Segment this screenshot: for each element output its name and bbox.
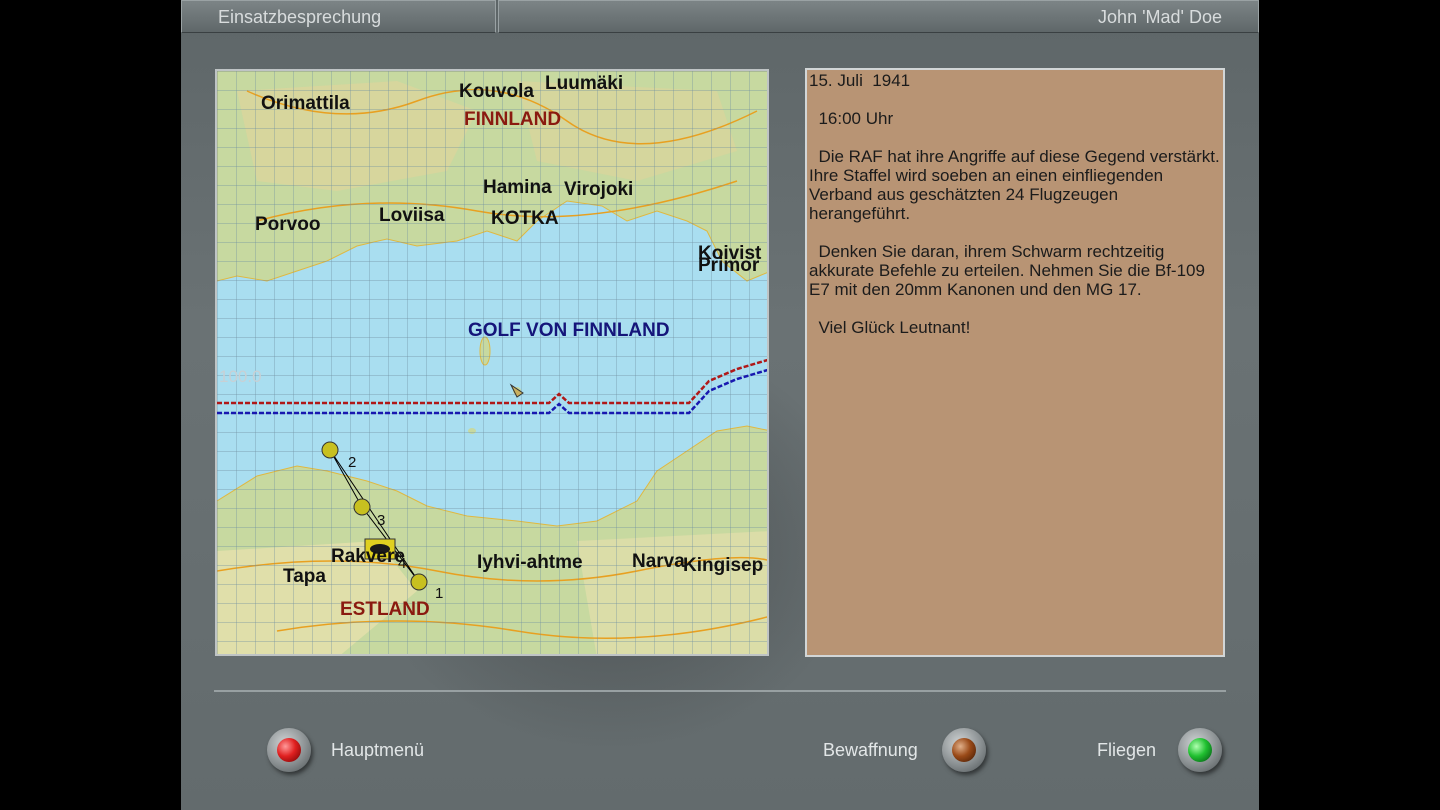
main-menu-button[interactable]	[267, 728, 311, 772]
waypoint-1	[410, 573, 428, 591]
waypoint-label-4: 4	[398, 555, 407, 572]
sea-label-golf: GOLF VON FINNLAND	[468, 320, 670, 341]
place-kouvola: Kouvola	[459, 81, 534, 102]
fly-button[interactable]	[1178, 728, 1222, 772]
place-porvoo: Porvoo	[255, 214, 321, 235]
fly-label[interactable]: Fliegen	[1097, 740, 1156, 761]
screen-title: Einsatzbesprechung	[181, 0, 496, 33]
red-lamp-icon	[277, 738, 301, 762]
armament-label[interactable]: Bewaffnung	[823, 740, 918, 761]
place-luumaki: Luumäki	[545, 73, 624, 94]
waypoint-label-1: 1	[435, 585, 444, 602]
briefing-date: 15. Juli 1941	[809, 71, 911, 90]
place-loviisa: Loviisa	[379, 205, 445, 226]
place-primorsk: Primor	[698, 255, 760, 276]
briefing-paragraph-1: Die RAF hat ihre Angriffe auf diese Gege…	[809, 147, 1225, 223]
waypoint-label-2: 2	[348, 454, 357, 471]
place-virojoki: Virojoki	[564, 179, 634, 200]
briefing-panel: 15. Juli 1941 16:00 Uhr Die RAF hat ihre…	[805, 68, 1225, 657]
pilot-name: John 'Mad' Doe	[498, 0, 1259, 33]
amber-lamp-icon	[952, 738, 976, 762]
altitude-label: 100.0	[219, 367, 262, 386]
place-jyhvi: Iyhvi-ahtme	[477, 552, 583, 573]
place-tapa: Tapa	[283, 566, 326, 587]
place-hamina: Hamina	[483, 177, 552, 198]
country-estland: ESTLAND	[340, 599, 430, 620]
green-lamp-icon	[1188, 738, 1212, 762]
briefing-paragraph-2: Denken Sie daran, ihrem Schwarm rechtzei…	[809, 242, 1210, 299]
divider	[214, 690, 1226, 692]
waypoint-label-3: 3	[377, 512, 386, 529]
place-rakvere: Rakvere	[331, 546, 405, 567]
place-narva: Narva	[632, 551, 685, 572]
country-finnland: FINNLAND	[464, 109, 562, 130]
main-menu-label[interactable]: Hauptmenü	[331, 740, 424, 761]
mission-map[interactable]: Orimattila Kouvola Luumäki FINNLAND Hami…	[215, 69, 769, 656]
briefing-closing: Viel Glück Leutnant!	[809, 318, 971, 337]
briefing-time: 16:00 Uhr	[809, 109, 894, 128]
armament-button[interactable]	[942, 728, 986, 772]
place-kotka: KOTKA	[491, 208, 559, 229]
waypoint-2	[321, 441, 339, 459]
waypoint-3	[353, 498, 371, 516]
place-orimattila: Orimattila	[261, 93, 350, 114]
place-kingisepp: Kingisep	[683, 555, 764, 576]
